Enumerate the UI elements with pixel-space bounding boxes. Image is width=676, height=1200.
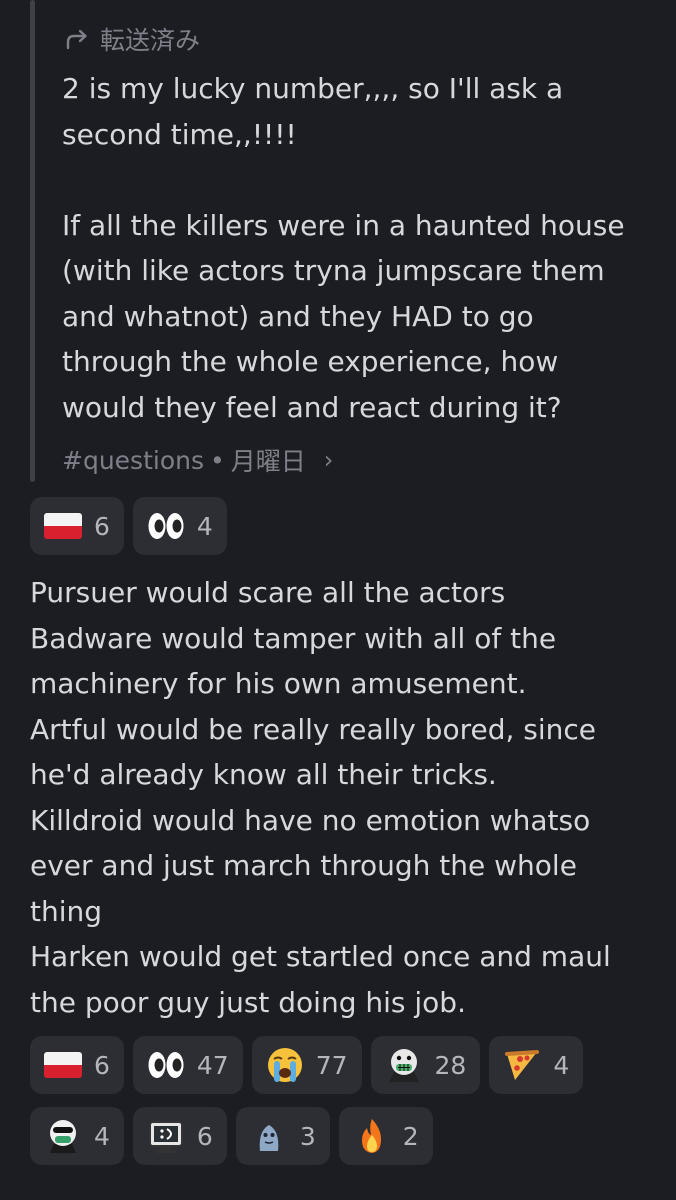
reaction-masked-character[interactable]: 4 (30, 1107, 124, 1165)
reaction-eyes[interactable]: 4 (132, 497, 227, 555)
forwarded-label: 転送済み (100, 26, 201, 55)
reaction-loudly-crying[interactable]: 77 (251, 1036, 362, 1094)
reply-reactions: 6 47 77 28 4 4 6 3 2 (30, 1036, 650, 1165)
eyes-icon (148, 513, 184, 539)
reply-line: ever and just march through the whole (30, 849, 577, 882)
reaction-poland-flag[interactable]: 6 (30, 1036, 124, 1094)
reply-line: Badware would tamper with all of the (30, 621, 557, 655)
message-day: 月曜日 (230, 447, 306, 476)
quoted-reactions: 6 4 (30, 497, 236, 555)
pizza-icon (505, 1050, 540, 1080)
reaction-count: 4 (553, 1050, 570, 1080)
quoted-line: 2 is my lucky number,,,, so I'll ask a (62, 72, 564, 105)
quoted-message-text: 2 is my lucky number,,,, so I'll ask a s… (62, 66, 662, 430)
reply-line: Artful would be really really bored, sin… (30, 712, 597, 746)
fire-icon (361, 1119, 381, 1153)
reaction-count: 2 (402, 1121, 419, 1151)
forward-source-link[interactable]: #questions • 月曜日 › (62, 440, 333, 480)
quoted-line: If all the killers were in a haunted hou… (62, 208, 625, 242)
eyes-icon (148, 1052, 184, 1078)
reaction-count: 4 (94, 1121, 110, 1151)
quoted-line: (with like actors tryna jumpscare them (62, 254, 605, 287)
forward-arrow-icon (66, 29, 87, 50)
reaction-count: 3 (299, 1121, 316, 1151)
reaction-count: 6 (94, 1050, 110, 1080)
quoted-line: second time,,!!!! (62, 117, 297, 151)
reply-line: Pursuer would scare all the actors (30, 576, 506, 609)
reply-line: Killdroid would have no emotion whatso (30, 803, 591, 837)
reply-message-text: Pursuer would scare all the actors Badwa… (30, 570, 660, 1025)
masked-character-icon (50, 1120, 76, 1153)
quoted-line: and whatnot) and they HAD to go (62, 299, 534, 333)
forwarded-indicator: 転送済み (62, 22, 200, 56)
reply-line: thing (30, 894, 103, 928)
reaction-count: 28 (434, 1050, 467, 1080)
reaction-count: 47 (196, 1050, 229, 1080)
channel-name: #questions (62, 445, 204, 475)
reply-line: Harken would get startled once and maul (30, 940, 611, 973)
quoted-blank-line (62, 157, 662, 203)
poland-flag-icon (44, 513, 82, 539)
reaction-count: 6 (94, 511, 110, 541)
blue-creature-icon (259, 1125, 279, 1151)
reply-line: the poor guy just doing his job. (30, 985, 466, 1019)
reaction-blue-creature[interactable]: 3 (235, 1107, 330, 1165)
reaction-pizza[interactable]: 4 (489, 1036, 584, 1094)
reaction-computer-character[interactable]: 6 (132, 1107, 227, 1165)
computer-character-icon (148, 1121, 183, 1153)
meta-separator: • (209, 445, 225, 475)
reaction-count: 77 (315, 1050, 348, 1080)
reaction-count: 4 (196, 511, 213, 541)
reply-line: machinery for his own amusement. (30, 667, 527, 700)
quoted-line: would they feel and react during it? (62, 390, 562, 424)
loudly-crying-face-icon (267, 1048, 302, 1082)
reply-line: he'd already know all their tricks. (30, 758, 497, 791)
reaction-poland-flag[interactable]: 6 (30, 497, 124, 555)
quoted-line: through the whole experience, how (62, 345, 559, 378)
chevron-right-icon: › (323, 446, 334, 474)
reaction-grinning-character[interactable]: 28 (370, 1036, 481, 1094)
reaction-count: 6 (196, 1121, 213, 1151)
grinning-character-icon (388, 1049, 419, 1082)
poland-flag-icon (44, 1052, 82, 1078)
reaction-eyes[interactable]: 47 (132, 1036, 243, 1094)
forward-quote-bar (30, 0, 35, 482)
reaction-fire[interactable]: 2 (338, 1107, 433, 1165)
